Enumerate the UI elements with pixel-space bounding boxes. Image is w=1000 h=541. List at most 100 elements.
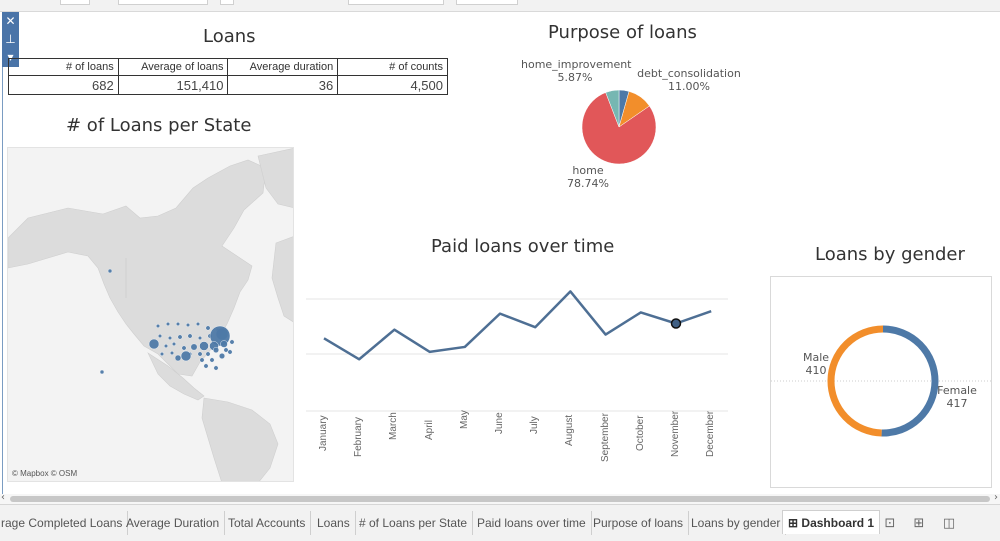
kpi-value-average: 151,410	[117, 75, 229, 95]
month-label-december: December	[705, 410, 717, 457]
state-marker[interactable]	[180, 350, 192, 362]
pin-icon[interactable]: ⊥	[2, 30, 19, 48]
state-marker[interactable]	[185, 322, 190, 327]
month-label-february: February	[353, 416, 365, 457]
state-marker[interactable]	[213, 365, 219, 371]
state-marker[interactable]	[218, 352, 225, 359]
sheet-tab-bar: rage Completed Loans Average Duration To…	[0, 504, 1000, 541]
state-marker[interactable]	[227, 349, 233, 355]
male-label: Male 410	[799, 351, 833, 377]
gender-chart-frame: Male 410 Female 417	[770, 276, 993, 489]
state-marker[interactable]	[209, 357, 215, 363]
donut-slice-male[interactable]	[827, 325, 884, 437]
month-label-october: October	[634, 415, 646, 452]
tab-average-duration[interactable]: Average Duration	[121, 511, 226, 535]
state-marker[interactable]	[197, 335, 202, 340]
paid-line-chart[interactable]	[306, 268, 728, 416]
kpi-value-loans: 682	[8, 75, 119, 95]
paid-loans-line[interactable]	[323, 290, 712, 361]
kpi-value-duration: 36	[227, 75, 339, 95]
purpose-pie-chart[interactable]	[574, 82, 664, 172]
purpose-title: Purpose of loans	[548, 22, 697, 43]
tab-paid-loans-over-time[interactable]: Paid loans over time	[472, 511, 592, 535]
toolbar-button[interactable]	[220, 0, 234, 5]
state-marker[interactable]	[99, 369, 105, 375]
tab-purpose-of-loans[interactable]: Purpose of loans	[588, 511, 690, 535]
scroll-left-icon[interactable]: ‹	[1, 492, 5, 503]
state-marker[interactable]	[190, 343, 198, 351]
loans-map[interactable]: © Mapbox © OSM	[7, 147, 294, 482]
purpose-pct: 5.87%	[557, 71, 593, 84]
purpose-name: debt_consolidation	[637, 67, 741, 80]
kpi-value-row: 682 151,410 36 4,500	[8, 75, 448, 95]
state-marker[interactable]	[199, 357, 205, 363]
map-canvas	[8, 148, 293, 481]
data-point-november[interactable]	[670, 318, 682, 329]
state-marker[interactable]	[212, 346, 219, 353]
container-edge	[2, 12, 3, 494]
tab-total-accounts[interactable]: Total Accounts	[223, 511, 312, 535]
state-marker[interactable]	[205, 351, 211, 357]
gender-donut-chart[interactable]	[771, 277, 993, 489]
purpose-pct: 11.00%	[668, 80, 710, 93]
state-marker[interactable]	[169, 350, 174, 355]
state-marker[interactable]	[167, 335, 172, 340]
state-marker[interactable]	[199, 341, 209, 351]
female-name: Female	[937, 384, 977, 397]
state-marker[interactable]	[157, 333, 162, 338]
donut-slice-female[interactable]	[881, 325, 939, 437]
state-marker[interactable]	[171, 341, 176, 346]
female-label: Female 417	[937, 384, 977, 410]
new-dashboard-icon[interactable]: ⊞	[910, 516, 928, 532]
state-marker[interactable]	[175, 321, 180, 326]
new-worksheet-icon[interactable]: ⊡	[881, 516, 899, 532]
toolbar-strip	[0, 0, 1000, 12]
state-marker[interactable]	[163, 343, 168, 348]
month-label-june: June	[494, 412, 505, 435]
state-marker[interactable]	[181, 345, 187, 351]
close-icon[interactable]: ✕	[2, 12, 19, 30]
kpi-header-row: # of loans Average of loans Average dura…	[8, 58, 448, 76]
state-marker[interactable]	[205, 325, 211, 331]
toolbar-button[interactable]	[60, 0, 90, 5]
state-marker[interactable]	[229, 339, 235, 345]
dashboard-grid-icon: ⊞	[788, 516, 799, 530]
toolbar-button[interactable]	[456, 0, 518, 5]
state-marker[interactable]	[165, 321, 170, 326]
kpi-title: Loans	[203, 26, 256, 47]
state-marker[interactable]	[107, 268, 113, 274]
purpose-label-home: home 78.74%	[563, 164, 613, 190]
tab-loans-by-gender[interactable]: Loans by gender	[686, 511, 787, 535]
state-marker[interactable]	[174, 354, 182, 362]
kpi-table: # of loans Average of loans Average dura…	[8, 58, 448, 95]
state-marker[interactable]	[155, 323, 160, 328]
male-value: 410	[805, 364, 827, 377]
month-label-july: July	[529, 416, 541, 435]
state-marker[interactable]	[220, 340, 228, 348]
tab-dashboard-1[interactable]: ⊞ Dashboard 1	[782, 510, 881, 534]
tab-loans-per-state[interactable]: # of Loans per State	[354, 511, 474, 535]
state-marker[interactable]	[148, 338, 160, 350]
month-label-may: May	[458, 409, 470, 429]
state-marker[interactable]	[223, 347, 229, 353]
purpose-name: home_improvement	[521, 58, 632, 71]
state-marker[interactable]	[197, 351, 203, 357]
state-marker[interactable]	[195, 321, 200, 326]
horizontal-scrollbar[interactable]: ‹ ›	[0, 492, 1000, 504]
purpose-name: home	[572, 164, 604, 177]
kpi-header-loans: # of loans	[8, 58, 119, 76]
state-marker[interactable]	[159, 351, 164, 356]
tab-loans[interactable]: Loans	[312, 511, 356, 535]
new-story-icon[interactable]: ◫	[940, 516, 958, 532]
state-marker[interactable]	[177, 334, 183, 340]
scrollbar-thumb[interactable]	[10, 496, 990, 502]
toolbar-dropdown[interactable]	[348, 0, 444, 5]
female-value: 417	[946, 397, 968, 410]
month-label-march: March	[388, 412, 400, 440]
toolbar-button[interactable]	[118, 0, 208, 5]
state-marker[interactable]	[203, 363, 209, 369]
tab-average-completed-loans[interactable]: rage Completed Loans	[0, 511, 129, 535]
male-name: Male	[802, 351, 830, 364]
scroll-right-icon[interactable]: ›	[994, 492, 998, 503]
state-marker[interactable]	[187, 333, 193, 339]
